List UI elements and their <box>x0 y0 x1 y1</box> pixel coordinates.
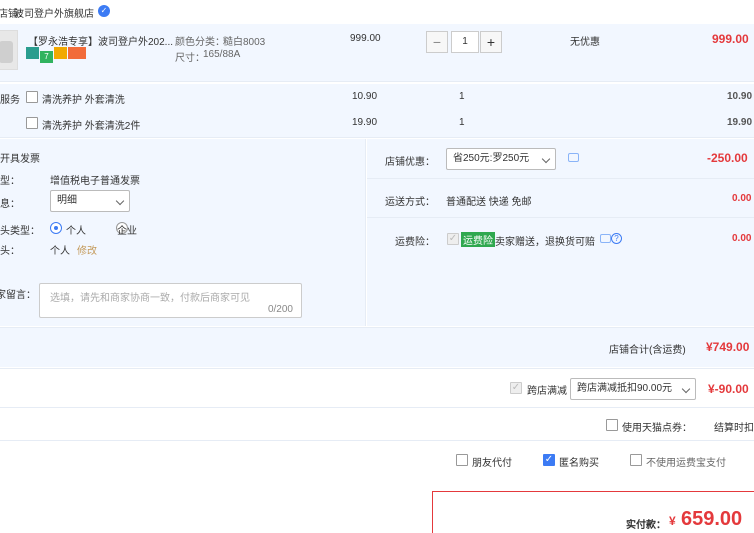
friend-pay-label: 朋友代付 <box>472 458 512 469</box>
service-name: 清洗养护 外套清洗2件 <box>42 121 141 132</box>
decrease-qty-button[interactable]: − <box>426 31 448 53</box>
help-icon[interactable]: ? <box>611 233 622 244</box>
anonymous-label: 匿名购买 <box>559 458 599 469</box>
message-counter: 0/200 <box>267 304 293 315</box>
shipping-value: 普通配送 快递 免邮 <box>446 197 532 208</box>
quantity-input[interactable]: 1 <box>451 31 479 53</box>
invoice-heading: 开具发票 <box>0 154 40 165</box>
other-label: 不使用运费宝支付 <box>646 458 726 469</box>
invoice-panel: 开具发票 类型： 增值税电子普通发票 信息： 明细 抬头类型： 个人 企业 抬头… <box>0 139 366 326</box>
chevron-down-icon <box>541 154 551 164</box>
other-checkbox[interactable] <box>630 454 642 466</box>
size-value: 165/88A <box>203 49 241 60</box>
cross-store-select[interactable]: 跨店满减抵扣90.00元 <box>570 378 696 400</box>
shop-name[interactable]: 波司登户外旗舰店 <box>14 5 94 20</box>
product-subtotal: 999.00 <box>712 32 749 46</box>
product-thumbnail[interactable] <box>0 30 18 70</box>
service-total: 19.90 <box>727 117 753 128</box>
comment-icon[interactable] <box>600 234 611 243</box>
title-type-label: 抬头类型： <box>0 226 40 237</box>
insurance-tag: 运费险 <box>461 232 495 247</box>
invoice-title-label: 抬头： <box>0 246 20 257</box>
message-textarea[interactable]: 选填，请先和商家协商一致，付款后商家可见 0/200 <box>39 283 302 318</box>
pay-label: 实付款： <box>626 520 666 531</box>
radio-personal[interactable] <box>50 222 62 234</box>
service-qty: 1 <box>459 91 465 102</box>
pay-amount: 659.00 <box>681 508 743 530</box>
service-checkbox[interactable] <box>26 91 38 103</box>
service-row: 清洗养护 外套清洗2件 19.90 1 19.90 <box>0 110 754 138</box>
service-total: 10.90 <box>727 91 753 102</box>
unit-price: 999.00 <box>350 33 381 44</box>
color-label: 颜色分类： <box>175 37 225 48</box>
tmall-points-row: 使用天猫点券： 结算时扣 <box>0 409 754 441</box>
service-qty: 1 <box>459 117 465 128</box>
cross-store-row: ✓ 跨店满减 跨店满减抵扣90.00元 ¥-90.00 <box>0 368 754 408</box>
store-total-amount: ¥749.00 <box>706 340 750 354</box>
service-price: 19.90 <box>352 117 378 128</box>
chevron-down-icon <box>115 196 125 206</box>
shop-header: 店铺： 波司登户外旗舰店 ✓ <box>0 0 754 22</box>
comment-icon[interactable] <box>568 153 579 162</box>
insurance-row: 运费险： ✓ 运费险 卖家赠送，退换货可赔 ? 0.00 <box>367 219 754 259</box>
chevron-down-icon <box>681 384 691 394</box>
shipping-amount: 0.00 <box>732 193 752 204</box>
invoice-type-value: 增值税电子普通发票 <box>50 176 140 187</box>
cross-store-label: 跨店满减 <box>527 386 567 397</box>
color-value: 糙白8003 <box>223 37 266 48</box>
invoice-info-value: 明细 <box>57 195 77 206</box>
tmall-points-checkbox[interactable] <box>606 419 618 431</box>
invoice-type-label: 类型： <box>0 176 20 187</box>
badge-card-icon <box>68 47 86 59</box>
store-discount-label: 店铺优惠： <box>385 157 435 168</box>
cross-store-value: 跨店满减抵扣90.00元 <box>577 383 673 394</box>
order-options-panel: 店铺优惠： 省250元:罗250元 -250.00 运送方式： 普通配送 快递 … <box>367 139 754 326</box>
tmall-points-extra: 结算时扣 <box>714 423 754 434</box>
invoice-modify-link[interactable]: 修改 <box>77 242 97 257</box>
radio-personal-label: 个人 <box>66 226 86 237</box>
increase-qty-button[interactable]: + <box>480 31 502 53</box>
pay-summary-box: 实付款： ¥ 659.00 <box>432 491 754 533</box>
size-label: 尺寸： <box>175 53 205 64</box>
shipping-row: 运送方式： 普通配送 快递 免邮 0.00 <box>367 180 754 218</box>
radio-company-label: 企业 <box>117 226 137 237</box>
message-placeholder: 选填，请先和商家协商一致，付款后商家可见 <box>50 293 250 304</box>
insurance-checkbox: ✓ <box>447 233 459 245</box>
invoice-info-select[interactable]: 明细 <box>50 190 130 212</box>
badge-7day-icon: 7 <box>40 51 53 63</box>
anonymous-checkbox[interactable]: ✓ <box>543 454 555 466</box>
store-discount-amount: -250.00 <box>707 151 748 165</box>
store-discount-value: 省250元:罗250元 <box>453 153 530 164</box>
discount-text: 无优惠 <box>570 37 600 48</box>
product-row: 【罗永浩专享】波司登户外202... 7 颜色分类： 糙白8003 尺寸： 16… <box>0 24 754 82</box>
service-price: 10.90 <box>352 91 378 102</box>
friend-pay-checkbox[interactable] <box>456 454 468 466</box>
badge-icon <box>26 47 39 59</box>
pay-currency: ¥ <box>669 514 676 528</box>
shipping-label: 运送方式： <box>385 197 435 208</box>
invoice-info-label: 信息： <box>0 199 20 210</box>
cross-store-checkbox: ✓ <box>510 382 522 394</box>
product-badges: 7 <box>26 47 86 63</box>
message-label: 家留言： <box>0 290 36 301</box>
shop-verified-icon: ✓ <box>98 5 110 17</box>
tmall-points-label: 使用天猫点券： <box>622 423 692 434</box>
order-flags-row: 朋友代付 ✓ 匿名购买 不使用运费宝支付 <box>0 442 754 478</box>
insurance-text: 卖家赠送，退换货可赔 <box>495 237 595 248</box>
invoice-title-value: 个人 <box>50 246 70 257</box>
product-title[interactable]: 【罗永浩专享】波司登户外202... <box>28 33 173 48</box>
store-total-label: 店铺合计(含运费) <box>609 345 686 356</box>
cross-store-amount: ¥-90.00 <box>708 382 749 396</box>
badge-service-icon <box>54 47 67 59</box>
service-name: 清洗养护 外套清洗 <box>42 95 125 106</box>
service-row: 服务 清洗养护 外套清洗 10.90 1 10.90 <box>0 84 754 110</box>
store-total-row: 店铺合计(含运费) ¥749.00 <box>0 327 754 367</box>
store-discount-select[interactable]: 省250元:罗250元 <box>446 148 556 170</box>
store-discount-row: 店铺优惠： 省250元:罗250元 -250.00 <box>367 139 754 179</box>
insurance-label: 运费险： <box>395 237 435 248</box>
insurance-amount: 0.00 <box>732 233 752 244</box>
services-label: 服务 <box>0 95 20 106</box>
service-checkbox[interactable] <box>26 117 38 129</box>
